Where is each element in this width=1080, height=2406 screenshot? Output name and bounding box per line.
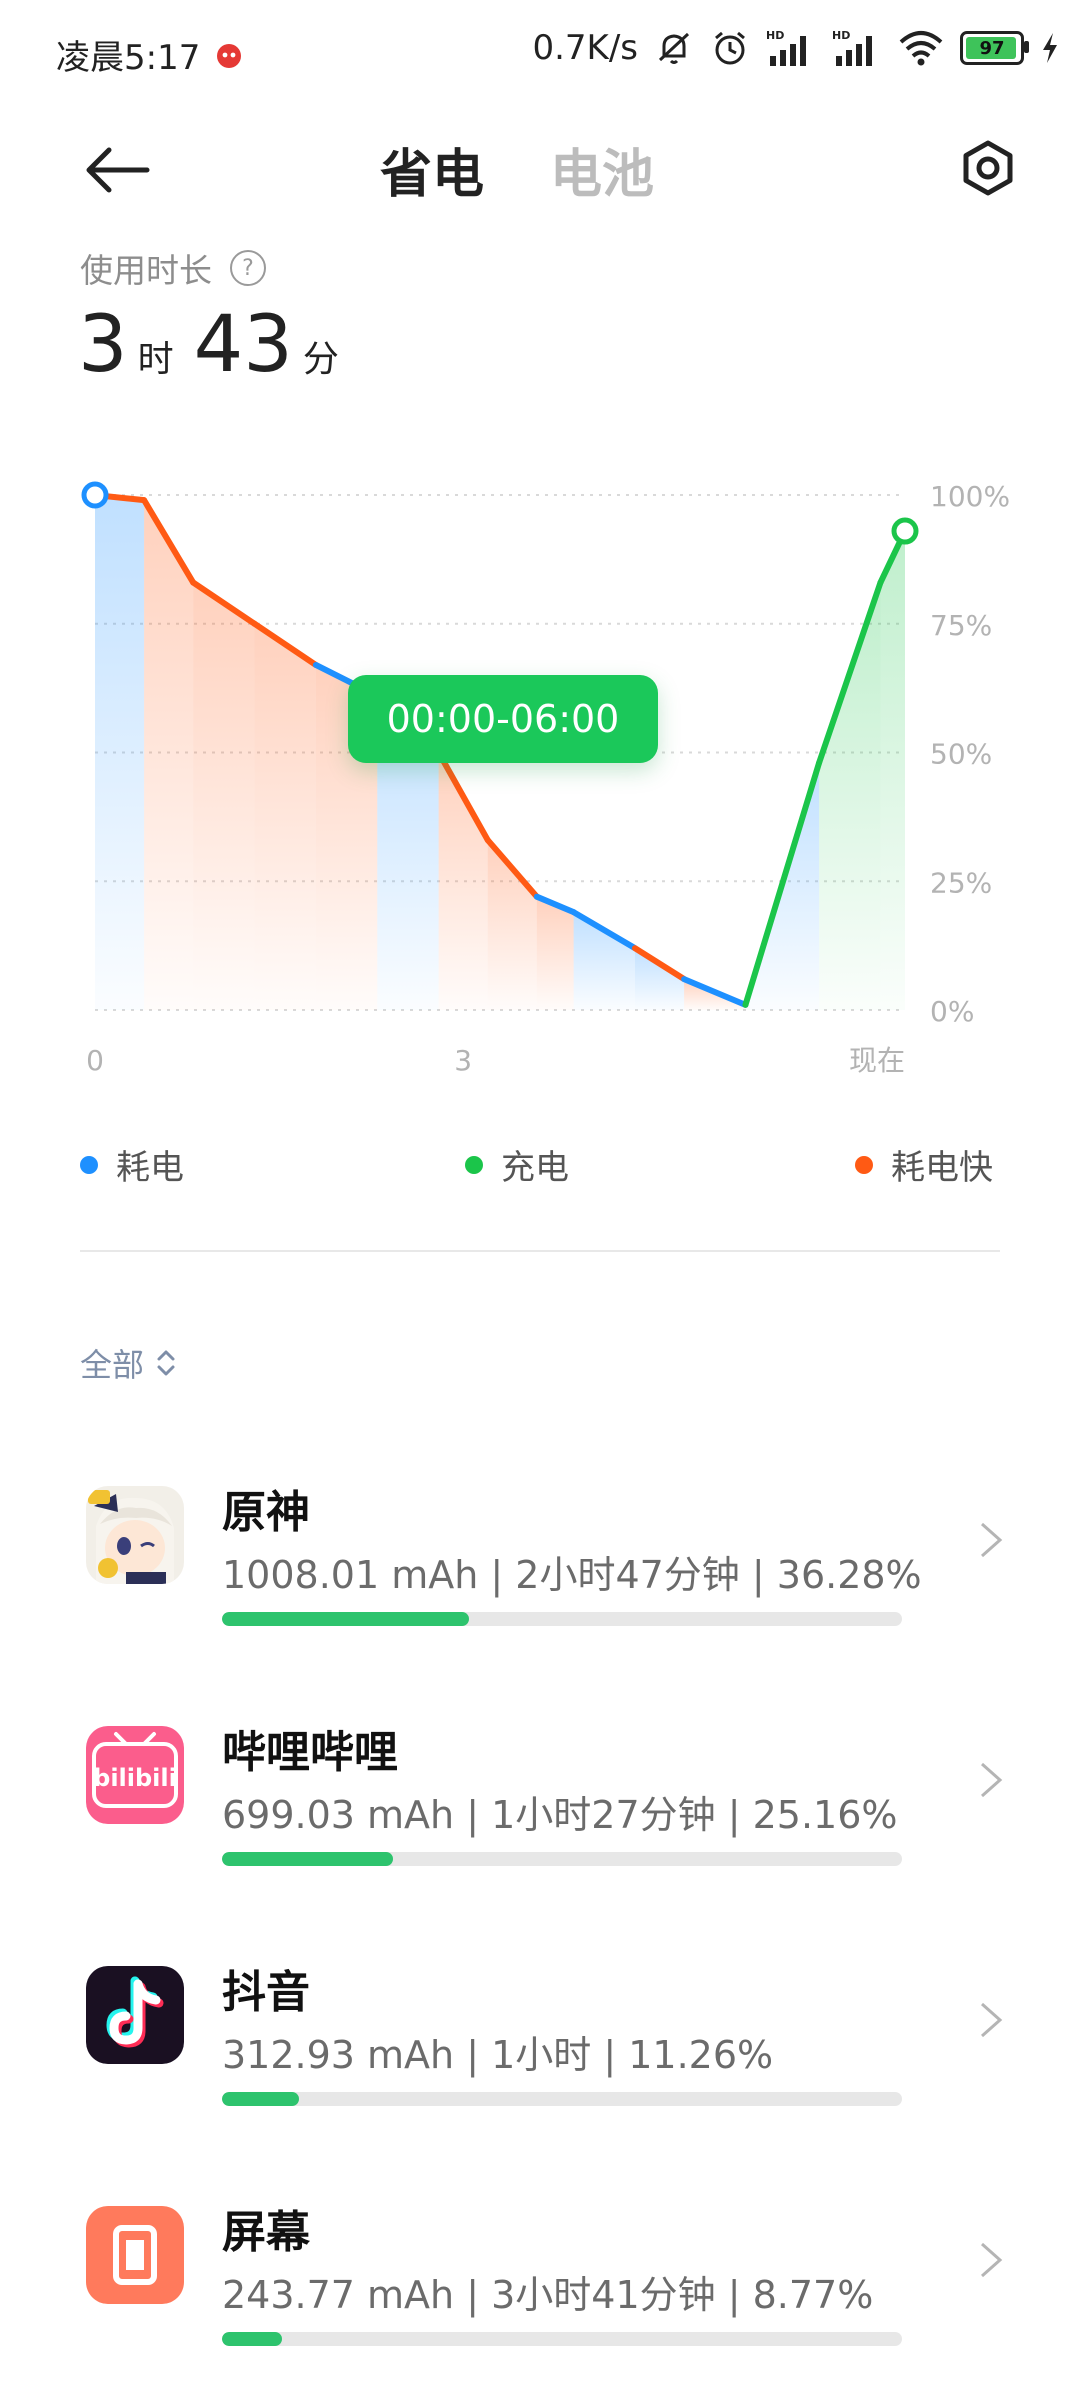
app-name: 哔哩哔哩: [222, 1727, 398, 1778]
legend-item-charge: 充电: [465, 1140, 569, 1189]
usage-hours-unit: 时: [137, 339, 174, 380]
bilibili-icon-text: bilibili: [93, 1764, 177, 1792]
y-tick-label: 0%: [930, 995, 974, 1028]
chart-start-point: [81, 481, 109, 509]
chevron-right-icon: [981, 1522, 1003, 1558]
chevron-right-icon: [981, 2242, 1003, 2278]
y-tick-label: 25%: [930, 866, 992, 899]
status-left: 凌晨5:17: [56, 30, 244, 79]
usage-progress-fill: [222, 1612, 469, 1626]
battery-percent: 97: [979, 37, 1005, 59]
network-speed: 0.7K/s: [532, 28, 638, 68]
usage-progress-fill: [222, 2332, 282, 2346]
usage-progress-bar: [222, 2092, 902, 2106]
chart-tooltip: 00:00-06:00: [348, 675, 658, 763]
x-tick-label: 0: [86, 1044, 104, 1077]
list-item[interactable]: 原神 1008.01 mAh | 2小时47分钟 | 36.28%: [0, 1486, 1080, 1686]
app-name: 屏幕: [222, 2207, 310, 2258]
legend-item-drain: 耗电: [80, 1140, 184, 1189]
app-usage-details: 312.93 mAh | 1小时 | 11.26%: [222, 2033, 774, 2077]
chevron-right-icon: [981, 1762, 1003, 1798]
settings-button[interactable]: [948, 128, 1028, 208]
y-tick-label: 50%: [930, 738, 992, 771]
chart-legend: 耗电 充电 耗电快: [80, 1140, 1000, 1190]
chart-area-segment: [193, 582, 255, 1010]
app-name: 抖音: [222, 1967, 310, 2018]
status-time: 凌晨5:17: [56, 38, 201, 78]
usage-progress-bar: [222, 1612, 902, 1626]
hd-signal-icon: HD: [766, 28, 816, 68]
list-item[interactable]: 屏幕 243.77 mAh | 3小时41分钟 | 8.77%: [0, 2206, 1080, 2406]
genshin-icon: [86, 1486, 184, 1584]
tab-battery[interactable]: 电池: [550, 132, 654, 207]
chart-area-segment: [536, 896, 574, 1010]
header: 省电 电池: [0, 110, 1080, 220]
chart-area-segment: [880, 531, 905, 1010]
back-arrow-icon: [86, 147, 150, 193]
legend-dot-fast-drain: [855, 1155, 873, 1174]
app-usage-details: 699.03 mAh | 1小时27分钟 | 25.16%: [222, 1793, 898, 1837]
legend-dot-charge: [465, 1155, 483, 1174]
list-item[interactable]: bilibili 哔哩哔哩 699.03 mAh | 1小时27分钟 | 25.…: [0, 1726, 1080, 1926]
y-tick-label: 100%: [930, 480, 1010, 513]
battery-icon: 97: [960, 31, 1029, 65]
usage-minutes: 43: [193, 300, 293, 390]
usage-progress-fill: [222, 2092, 299, 2106]
list-item[interactable]: 抖音 312.93 mAh | 1小时 | 11.26%: [0, 1966, 1080, 2166]
usage-label-text: 使用时长: [80, 251, 212, 290]
legend-item-fast-drain: 耗电快: [855, 1140, 993, 1189]
douyin-icon: [86, 1966, 184, 2064]
usage-hours: 3: [78, 300, 128, 390]
divider: [80, 1250, 1000, 1252]
chart-area-segment: [144, 500, 194, 1010]
legend-label-charge: 充电: [501, 1148, 569, 1188]
help-icon[interactable]: ?: [230, 250, 266, 286]
chart-area-segment: [819, 582, 881, 1010]
legend-dot-drain: [80, 1155, 98, 1174]
tab-bar: 省电 电池: [380, 132, 654, 207]
app-usage-details: 1008.01 mAh | 2小时47分钟 | 36.28%: [222, 1553, 922, 1597]
mute-bell-icon: [654, 28, 694, 68]
hd-signal-2-icon: HD: [832, 28, 882, 68]
svg-text:HD: HD: [766, 29, 784, 42]
alarm-icon: [710, 28, 750, 68]
settings-hexagon-icon: [963, 140, 1013, 196]
legend-label-fast-drain: 耗电快: [891, 1148, 993, 1188]
usage-progress-bar: [222, 1852, 902, 1866]
battery-chart-svg: 100% 75% 50% 25% 0% 0 3 现在: [81, 480, 1010, 1077]
usage-progress-fill: [222, 1852, 394, 1866]
tab-power-saving[interactable]: 省电: [380, 132, 484, 207]
battery-chart[interactable]: 100% 75% 50% 25% 0% 0 3 现在 00:00-06:00: [0, 450, 1080, 1090]
x-tick-label: 现在: [849, 1044, 905, 1077]
filter-dropdown[interactable]: 全部: [80, 1340, 178, 1386]
wifi-icon: [898, 28, 944, 68]
app-usage-details: 243.77 mAh | 3小时41分钟 | 8.77%: [222, 2273, 874, 2317]
x-tick-label: 3: [454, 1044, 472, 1077]
app-name: 原神: [222, 1487, 310, 1538]
charging-bolt-icon: [1040, 31, 1060, 65]
chevron-right-icon: [981, 2002, 1003, 2038]
notification-app-icon: [214, 40, 244, 70]
usage-progress-bar: [222, 2332, 902, 2346]
screen-icon: [86, 2206, 184, 2304]
status-bar: 凌晨5:17 0.7K/s HD HD 97: [0, 0, 1080, 100]
status-right: 0.7K/s HD HD 97: [532, 28, 1060, 68]
bilibili-icon: bilibili: [86, 1726, 184, 1824]
chart-end-point: [891, 517, 919, 545]
usage-duration-label: 使用时长 ?: [80, 244, 266, 292]
svg-text:HD: HD: [832, 29, 850, 42]
chart-area-segment: [635, 948, 685, 1010]
y-tick-label: 75%: [930, 609, 992, 642]
chart-area-segment: [95, 495, 145, 1010]
legend-label-drain: 耗电: [116, 1148, 184, 1188]
chart-area-segment: [254, 623, 316, 1010]
filter-label: 全部: [80, 1346, 145, 1384]
sort-updown-icon: [157, 1350, 175, 1376]
usage-duration-value: 3 时 43 分: [78, 300, 349, 390]
back-button[interactable]: [78, 130, 158, 210]
usage-minutes-unit: 分: [302, 339, 339, 380]
